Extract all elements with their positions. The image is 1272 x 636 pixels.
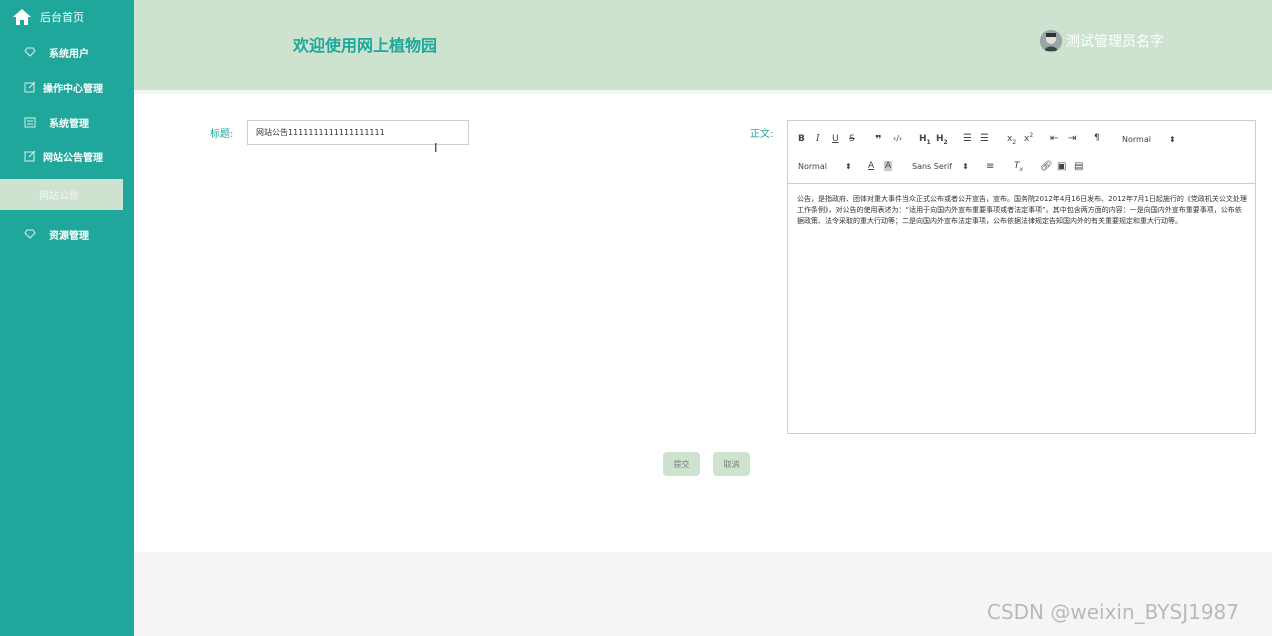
header-1-icon[interactable]: H1	[919, 134, 931, 146]
sidebar-item-label: 网站公告管理	[43, 152, 103, 164]
main-content: 标题: 网站公告1111111111111111111 正文: B I U S …	[134, 94, 1272, 552]
italic-icon[interactable]: I	[816, 134, 820, 144]
header: 欢迎使用网上植物园 测试管理员名字	[134, 0, 1272, 90]
home-icon	[12, 8, 32, 26]
sidebar-item-label: 操作中心管理	[43, 83, 103, 95]
edit-icon	[23, 149, 37, 163]
diamond-icon	[23, 227, 37, 241]
image-icon[interactable]: ▣	[1057, 161, 1066, 172]
edit-icon	[23, 80, 37, 94]
font-color-icon[interactable]: A	[868, 161, 874, 171]
select-caret-icon: ⬍	[962, 162, 969, 171]
sidebar-item-label: 系统用户	[49, 48, 89, 60]
video-icon[interactable]: ▤	[1074, 161, 1083, 172]
background-color-icon[interactable]: A	[884, 161, 893, 171]
select-caret-icon: ⬍	[1168, 135, 1176, 144]
sidebar-home-label: 后台首页	[40, 11, 84, 24]
page-title: 欢迎使用网上植物园	[293, 36, 438, 55]
text-cursor-icon: Ⅰ	[434, 141, 438, 155]
submit-button[interactable]: 提交	[663, 452, 700, 476]
link-icon[interactable]: 🔗︎	[1040, 161, 1053, 172]
rich-text-editor: B I U S ❞ ‹/› H1 H2 ☰ ☰ x2 x2 ⇤ ⇥ ¶ Norm…	[787, 120, 1256, 434]
sidebar-item-label: 系统管理	[49, 118, 89, 130]
size-select-value: Normal	[798, 162, 827, 171]
subscript-icon[interactable]: x2	[1007, 134, 1016, 146]
clean-format-icon[interactable]: Tx	[1014, 161, 1023, 173]
sidebar-item-label: 资源管理	[49, 230, 89, 242]
code-block-icon[interactable]: ‹/›	[893, 134, 902, 143]
content-label: 正文:	[750, 129, 774, 140]
header-select-value: Normal	[1122, 135, 1151, 144]
cancel-button[interactable]: 取消	[713, 452, 750, 476]
message-icon	[23, 115, 37, 129]
header-2-icon[interactable]: H2	[936, 134, 948, 146]
diamond-icon	[23, 45, 37, 59]
blockquote-icon[interactable]: ❞	[875, 133, 881, 146]
sidebar-item-home[interactable]: 后台首页	[0, 2, 146, 32]
outdent-icon[interactable]: ⇤	[1050, 133, 1058, 144]
strike-icon[interactable]: S	[849, 134, 855, 144]
indent-icon[interactable]: ⇥	[1068, 133, 1076, 144]
watermark: CSDN @weixin_BYSJ1987	[987, 600, 1240, 624]
underline-icon[interactable]: U	[832, 134, 839, 144]
editor-content[interactable]: 公告，是指政府、团体对重大事件当众正式公布或者公开宣告，宣布。国务院2012年4…	[797, 194, 1247, 227]
editor-toolbar: B I U S ❞ ‹/› H1 H2 ☰ ☰ x2 x2 ⇤ ⇥ ¶ Norm…	[788, 121, 1255, 184]
sidebar: 后台首页 系统用户 操作中心管理 系统管理 网站公告管理 网站公告 资源管理	[0, 0, 134, 636]
font-select[interactable]: Sans Serif ⬍	[912, 162, 969, 171]
select-caret-icon: ⬍	[844, 162, 852, 171]
user-name: 测试管理员名字	[1066, 34, 1164, 50]
bold-icon[interactable]: B	[798, 134, 805, 144]
bullet-list-icon[interactable]: ☰	[980, 133, 989, 144]
ordered-list-icon[interactable]: ☰	[963, 133, 972, 144]
avatar	[1040, 30, 1062, 52]
sidebar-subitem-announcement[interactable]: 网站公告	[0, 179, 123, 210]
title-label: 标题:	[210, 129, 234, 140]
font-select-value: Sans Serif	[912, 162, 953, 171]
align-icon[interactable]: ≡	[986, 161, 994, 172]
header-select[interactable]: Normal ⬍	[1122, 135, 1176, 144]
text-direction-icon[interactable]: ¶	[1094, 133, 1100, 143]
superscript-icon[interactable]: x2	[1024, 132, 1033, 144]
size-select[interactable]: Normal ⬍	[798, 162, 852, 171]
user-menu[interactable]: 测试管理员名字	[1040, 30, 1164, 52]
